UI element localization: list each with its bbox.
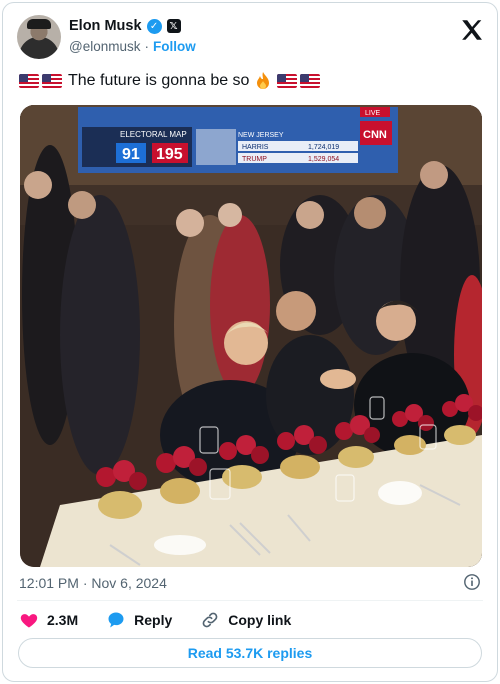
info-icon[interactable] [463,573,481,591]
link-icon [202,612,218,628]
timestamp[interactable]: 12:01 PM · Nov 6, 2024 [19,575,167,591]
follow-button[interactable]: Follow [153,39,196,54]
read-replies-button[interactable]: Read 53.7K replies [18,638,482,668]
leading-emoji [19,74,62,88]
us-flag-icon [300,74,321,88]
fire-icon [257,72,270,89]
us-flag-icon [277,74,298,88]
reply-button[interactable]: Reply [106,610,172,630]
like-button[interactable]: 2.3M [19,610,78,630]
us-flag-icon [42,74,62,88]
action-bar: 2.3M Reply Copy link [19,610,319,630]
tv-state: NEW JERSEY [238,132,284,139]
likes-count: 2.3M [47,612,79,628]
author-name[interactable]: Elon Musk [69,18,142,34]
photo-scene: ELECTORAL MAP 91 195 NEW JERSEY HARRIS T… [20,105,482,567]
author-handle-row: @elonmusk · Follow [69,39,196,54]
tv-live: LIVE [365,110,381,117]
tv-left-count: 91 [122,146,140,163]
tweet-text: The future is gonna be so [19,71,321,91]
us-flag-icon [19,74,39,88]
tv-row2-name: TRUMP [242,156,267,163]
trailing-emoji [277,74,321,88]
copy-link-label: Copy link [228,612,292,628]
speech-bubble-icon [108,612,124,628]
tweet-card: Elon Musk ✓ 𝕏 @elonmusk · Follow The fut… [2,2,498,682]
tv-row1-votes: 1,724,019 [308,144,339,151]
copy-link-button[interactable]: Copy link [200,610,291,630]
tv-title: ELECTORAL MAP [120,130,187,139]
tweet-header: Elon Musk ✓ 𝕏 @elonmusk · Follow [17,15,487,61]
tv-row1-name: HARRIS [242,144,269,151]
verified-badge-icon: ✓ [146,18,162,34]
x-affiliate-icon: 𝕏 [166,19,181,33]
tweet-body: The future is gonna be so [68,72,250,89]
separator-dot: · [144,39,149,54]
tweet-photo[interactable]: ELECTORAL MAP 91 195 NEW JERSEY HARRIS T… [20,105,482,567]
avatar[interactable] [17,15,61,59]
author-handle[interactable]: @elonmusk [69,39,140,54]
author-name-row: Elon Musk ✓ 𝕏 [69,18,181,34]
heart-icon [20,614,38,628]
x-logo-icon[interactable] [459,17,485,43]
reply-label: Reply [134,612,173,628]
tv-network: CNN [363,129,387,141]
tv-row2-votes: 1,529,054 [308,156,339,163]
divider [17,600,483,601]
tv-right-count: 195 [156,146,183,163]
